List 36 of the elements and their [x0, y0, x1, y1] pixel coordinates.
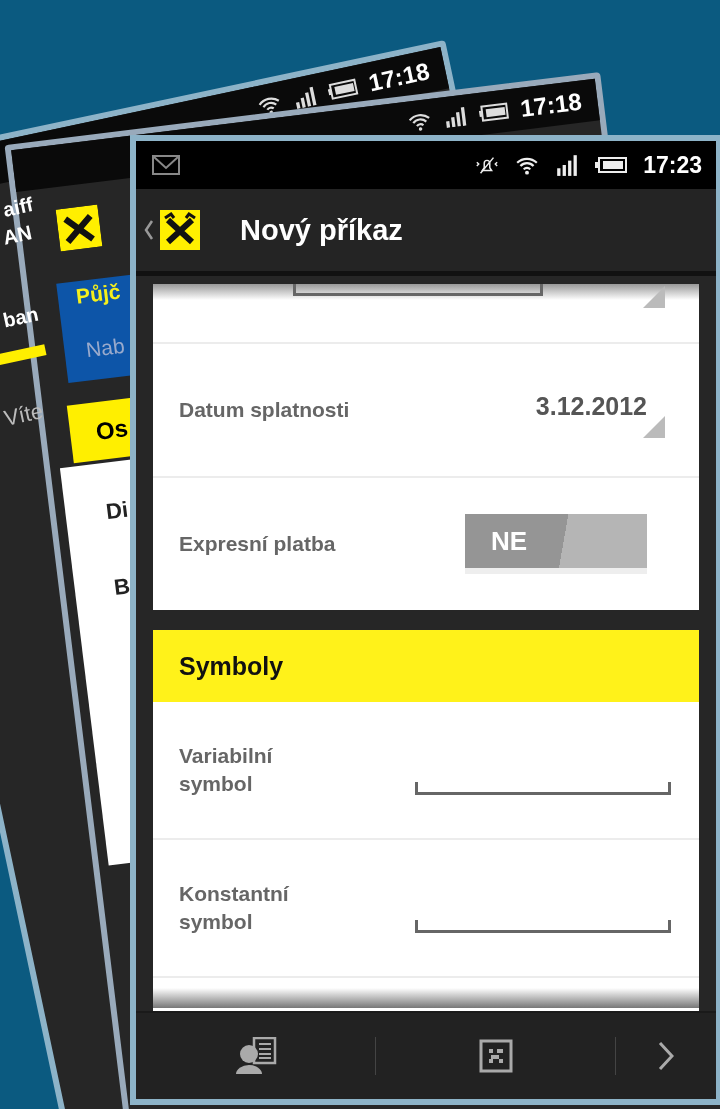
- field-label: Konstantní symbol: [179, 881, 290, 935]
- input-field[interactable]: [415, 919, 671, 933]
- screen-text: Di: [104, 496, 130, 526]
- logo-icon: [160, 210, 200, 250]
- screen-text: Půjč: [74, 279, 122, 309]
- battery-icon: [477, 100, 510, 124]
- screen-text: Os: [94, 414, 130, 446]
- qr-code-icon: [478, 1039, 513, 1073]
- screen-title: Nový příkaz: [240, 213, 403, 247]
- dropdown-corner-icon: [643, 286, 665, 308]
- status-time: 17:23: [643, 151, 702, 179]
- field-label: Datum splatnosti: [179, 398, 350, 422]
- mail-icon: [152, 155, 180, 175]
- status-time: 17:18: [366, 57, 432, 98]
- logo-icon: [55, 204, 103, 252]
- back-button[interactable]: [144, 210, 200, 250]
- field-label: Expresní platba: [179, 532, 336, 556]
- section-header: Symboly: [153, 630, 699, 702]
- status-time: 17:18: [518, 87, 584, 123]
- signal-icon: [555, 154, 580, 176]
- date-picker[interactable]: 3.12.2012: [535, 391, 647, 421]
- amount-input[interactable]: [293, 284, 543, 296]
- screen-text: AN: [0, 221, 34, 250]
- screen-text: Nab: [84, 333, 126, 363]
- screen-text: Víte: [1, 398, 46, 432]
- screen-text: B: [112, 573, 132, 601]
- chevron-left-icon: [144, 219, 154, 241]
- person-document-icon: [233, 1037, 278, 1075]
- field-label: Variabilní symbol: [179, 743, 274, 797]
- dropdown-corner-icon: [643, 416, 665, 438]
- input-field[interactable]: [415, 781, 671, 795]
- battery-icon: [595, 154, 628, 176]
- screen-text: ban: [1, 302, 41, 333]
- screen-text: aiff: [0, 193, 36, 222]
- battery-icon: [325, 76, 360, 103]
- chevron-right-icon: [658, 1041, 674, 1071]
